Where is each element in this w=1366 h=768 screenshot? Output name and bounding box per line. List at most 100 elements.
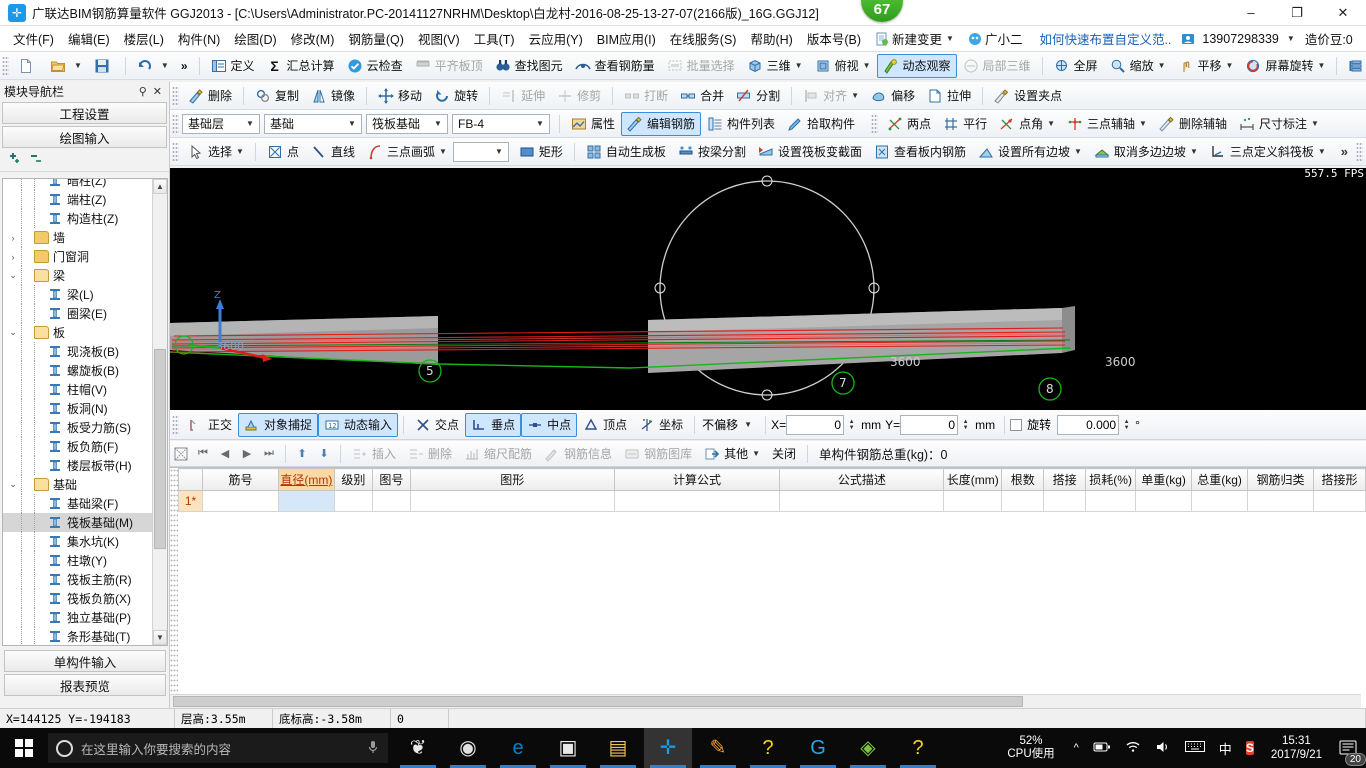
account-button[interactable]: 广小二 (961, 26, 1030, 51)
view-slab-rebar-button[interactable]: 查看板内钢筋 (868, 140, 972, 164)
tree-item-20[interactable]: 柱墩(Y) (3, 551, 153, 570)
column-header-7[interactable]: 公式描述 (779, 468, 945, 491)
tree-item-7[interactable]: 圈梁(E) (3, 304, 153, 323)
table-cell-15[interactable] (1312, 490, 1366, 512)
edge-icon[interactable]: e (494, 728, 542, 768)
snap-intersection-toggle[interactable]: 交点 (409, 413, 465, 437)
sidebar-close-icon[interactable]: ✕ (150, 85, 165, 98)
wifi-icon[interactable] (1118, 740, 1148, 756)
table-cell-4[interactable] (371, 490, 411, 512)
column-header-0[interactable] (178, 468, 203, 491)
point-angle-chevron-down-icon[interactable]: ▼ (1047, 119, 1055, 128)
toolbar-grip[interactable] (1356, 141, 1363, 162)
component-tree[interactable]: 暗柱(Z) 端柱(Z) 构造柱(Z) › 墙 › 门窗洞 ⌄ 梁梁(L) 圈梁(E) ⌄ 板现浇板(B… (2, 178, 168, 646)
table-cell-7[interactable] (779, 490, 945, 512)
fullscreen-button[interactable]: 全屏 (1048, 54, 1104, 78)
start-button[interactable] (0, 728, 48, 768)
select-tool-button[interactable]: 选择 ▼ (182, 140, 250, 164)
tree-item-9[interactable]: 现浇板(B) (3, 342, 153, 361)
close-button[interactable]: ✕ (1320, 0, 1366, 26)
first-record-button[interactable]: ⏮ (192, 444, 214, 464)
view-3d-button[interactable]: 三维 ▼ (741, 54, 809, 78)
sidebar-button-report-preview[interactable]: 报表预览 (4, 674, 166, 696)
select-floor-button[interactable]: 选择楼层 (1342, 54, 1366, 78)
toolbar1-left-overflow[interactable]: » (175, 54, 194, 78)
component-category-chevron-down-icon[interactable]: ▼ (431, 119, 445, 128)
glodon-icon[interactable]: ✛ (644, 728, 692, 768)
draw-style-combo[interactable]: ▼ (452, 141, 509, 162)
merge-button[interactable]: 合并 (674, 84, 730, 108)
menu-floor[interactable]: 楼层(L) (117, 26, 171, 51)
menu-cloud-apps[interactable]: 云应用(Y) (522, 26, 590, 51)
rotate-checkbox[interactable] (1010, 418, 1023, 431)
panel-drag-icon[interactable] (174, 447, 188, 461)
notepad-icon[interactable]: ✎ (694, 728, 742, 768)
undo-chevron-down-icon[interactable]: ▼ (161, 61, 169, 70)
menu-bim-apps[interactable]: BIM应用(I) (590, 26, 663, 51)
new-file-button[interactable] (12, 54, 44, 78)
new-change-chevron-down-icon[interactable]: ▼ (946, 34, 954, 43)
column-header-5[interactable]: 图形 (409, 468, 615, 491)
tree-item-18[interactable]: 筏板基础(M) (3, 513, 153, 532)
toolbar-grip[interactable] (871, 113, 879, 134)
volume-icon[interactable] (1148, 740, 1178, 757)
three-point-axis-button[interactable]: 三点辅轴 ▼ (1061, 112, 1153, 136)
cpu-usage-indicator[interactable]: 52% CPU使用 (995, 735, 1066, 761)
row-header[interactable]: 1* (178, 490, 203, 512)
table-cell-6[interactable] (613, 490, 781, 512)
table-cell-9[interactable] (1001, 490, 1045, 512)
screen-rotate-chevron-down-icon[interactable]: ▼ (1317, 61, 1325, 70)
scale-rebar-button[interactable]: 缩尺配筋 (458, 442, 538, 466)
notification-center-button[interactable]: 20 (1332, 728, 1366, 768)
menu-view[interactable]: 视图(V) (411, 26, 467, 51)
doc-help-icon[interactable]: ? (744, 728, 792, 768)
snap-vertex-toggle[interactable]: 顶点 (577, 413, 633, 437)
maximize-button[interactable]: ❐ (1274, 0, 1320, 26)
tree-item-14[interactable]: 板负筋(F) (3, 437, 153, 456)
dynamic-observe-button[interactable]: 动态观察 (876, 53, 957, 78)
set-all-slope-chevron-down-icon[interactable]: ▼ (1074, 147, 1082, 156)
tree-item-22[interactable]: 筏板负筋(X) (3, 589, 153, 608)
grid-horizontal-scrollbar[interactable] (170, 694, 1361, 708)
three-point-arc-button[interactable]: 三点画弧 ▼ (361, 140, 453, 164)
toolbar-grip[interactable] (172, 414, 179, 435)
tree-item-17[interactable]: 基础梁(F) (3, 494, 153, 513)
green-icon[interactable]: ◈ (844, 728, 892, 768)
other-button[interactable]: 其他 ▼ (698, 442, 766, 466)
toolbar-grip[interactable] (172, 85, 179, 106)
point-angle-axis-button[interactable]: 点角 ▼ (993, 112, 1061, 136)
prev-record-button[interactable]: ◀ (214, 444, 236, 464)
account-chevron-down-icon[interactable]: ▼ (1287, 34, 1295, 43)
tree-item-19[interactable]: 集水坑(K) (3, 532, 153, 551)
ortho-toggle[interactable]: 正交 (182, 413, 238, 437)
rotate-button[interactable]: 旋转 (428, 84, 484, 108)
summary-calc-button[interactable]: Σ 汇总计算 (261, 54, 341, 78)
tree-item-8[interactable]: ⌄ 板 (3, 323, 153, 342)
table-cell-8[interactable] (943, 490, 1003, 512)
tree-expander-icon[interactable]: ⌄ (5, 270, 21, 281)
tree-item-6[interactable]: 梁(L) (3, 285, 153, 304)
component-name-chevron-down-icon[interactable]: ▼ (533, 119, 547, 128)
file-explorer-icon[interactable]: ▤ (594, 728, 642, 768)
auto-generate-slab-button[interactable]: 自动生成板 (580, 140, 672, 164)
column-header-1[interactable]: 筋号 (201, 468, 279, 491)
minimize-button[interactable]: – (1228, 0, 1274, 26)
menu-edit[interactable]: 编辑(E) (61, 26, 117, 51)
top-view-chevron-down-icon[interactable]: ▼ (863, 61, 871, 70)
store-icon[interactable]: ▣ (544, 728, 592, 768)
column-header-8[interactable]: 长度(mm) (943, 468, 1003, 491)
cancel-poly-slope-button[interactable]: 取消多边边坡 ▼ (1088, 140, 1204, 164)
battery-icon[interactable] (1086, 740, 1118, 756)
component-list-button[interactable]: 构件列表 (701, 112, 781, 136)
pin-icon[interactable]: ⚲ (136, 85, 150, 98)
delete-button[interactable]: 删除 (182, 84, 238, 108)
rebar-table[interactable]: 筋号 直径(mm) 级别 图号 图形 计算公式 公式描述 长度(mm) 根数 搭接 损耗(%) 单重(… (178, 468, 1366, 512)
column-header-10[interactable]: 搭接 (1043, 468, 1087, 491)
object-snap-toggle[interactable]: 对象捕捉 (238, 412, 319, 437)
tree-item-1[interactable]: 端柱(Z) (3, 190, 153, 209)
move-down-button[interactable]: ⬇ (313, 444, 335, 464)
3d-viewport[interactable]: Z 3600 3600 3600 5 7 8 557.5 FPS (170, 168, 1366, 410)
close-panel-button[interactable]: 关闭 (766, 442, 802, 466)
other-chevron-down-icon[interactable]: ▼ (752, 449, 760, 458)
360-icon[interactable]: G (794, 728, 842, 768)
